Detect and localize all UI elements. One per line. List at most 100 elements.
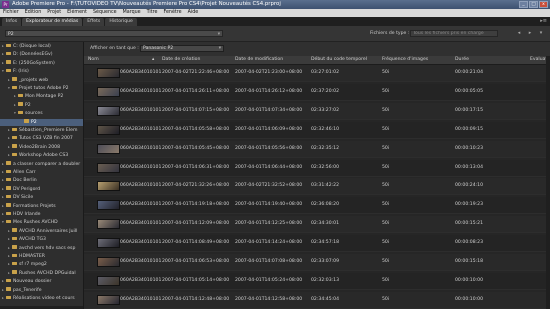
tree-item-label: P2 <box>25 102 31 108</box>
tree-item[interactable]: ▸ Video2Brain 2008 <box>0 144 83 151</box>
table-row[interactable]: 060A2B34010101 2007-04-01T14:05:14+08:00 2… <box>84 272 550 290</box>
folder-icon <box>12 270 17 274</box>
clip-thumbnail[interactable] <box>97 124 120 135</box>
maximize-button[interactable]: □ <box>529 1 538 8</box>
column-date-creation[interactable]: Date de création <box>162 56 200 64</box>
tree-item[interactable]: ▾ Projet tutos Adobe P2 <box>0 85 83 92</box>
menu-marque[interactable]: Marque <box>120 9 144 17</box>
menu-element[interactable]: Elément <box>64 9 90 17</box>
tree-item[interactable]: ▸ Réalisations video et cours <box>0 295 83 302</box>
folder-icon <box>12 253 17 257</box>
folder-tree: ▸ C: (Disque local) ▸ D: (DonnéesEGv) ▸ E: (2… <box>0 42 84 309</box>
tab-infos[interactable]: Infos <box>2 18 22 26</box>
tree-item[interactable]: ▸ AVCHD Anniversaires Juill <box>0 228 83 235</box>
table-row[interactable]: 060A2B34010101 2007-04-01T14:12:48+08:00 2… <box>84 291 550 309</box>
clip-thumbnail[interactable] <box>97 275 120 286</box>
clip-thumbnail[interactable] <box>97 105 120 116</box>
vertical-scrollbar[interactable] <box>546 56 550 309</box>
tree-item[interactable]: ▸ avchd vers hdv sacs esp <box>0 245 83 252</box>
table-row[interactable]: 060A2B34010101 2007-04-01T14:08:49+08:00 2… <box>84 235 550 253</box>
tree-item[interactable]: ▾ Mes Rushes AVCHD <box>0 219 83 226</box>
back-arrow-icon[interactable]: ◂ <box>515 30 523 37</box>
tree-item[interactable]: ▸ Mon Montage P2 <box>0 93 83 100</box>
clip-name: 060A2B34010101 <box>120 88 162 94</box>
table-row[interactable]: 060A2B34010101 2007-04-02T21:22:46+08:00 2… <box>84 65 550 82</box>
table-row[interactable]: 060A2B34010101 2007-04-01T14:26:11+08:00 2… <box>84 83 550 101</box>
tab-effets[interactable]: Effets <box>83 18 105 26</box>
column-date-modification[interactable]: Date de modification <box>235 56 283 64</box>
clip-thumbnail[interactable] <box>97 181 120 192</box>
folder-icon <box>6 211 11 215</box>
clip-thumbnail[interactable] <box>97 294 120 305</box>
tree-item[interactable]: ▸ Workshop Adobe CS3 <box>0 152 83 159</box>
clip-thumbnail[interactable] <box>97 162 120 173</box>
menu-projet[interactable]: Projet <box>44 9 64 17</box>
clip-frame-rate: 50i <box>382 277 390 283</box>
clip-thumbnail[interactable] <box>97 200 120 211</box>
clip-thumbnail[interactable] <box>97 68 120 78</box>
column-duree[interactable]: Durée <box>455 56 469 64</box>
tree-item[interactable]: ▸ DV Perigord <box>0 186 83 193</box>
table-row[interactable]: 060A2B34010101 2007-04-02T21:32:26+08:00 2… <box>84 178 550 196</box>
table-row[interactable]: 060A2B34010101 2007-04-01T14:07:15+08:00 2… <box>84 102 550 120</box>
tree-item-label: sources <box>25 111 43 117</box>
path-dropdown[interactable]: P2 ▾ <box>5 30 223 37</box>
tree-item[interactable]: ▸ Tutos CS3 VZB fin 2007 <box>0 135 83 142</box>
tree-item[interactable]: ▸ D: (DonnéesEGv) <box>0 51 83 58</box>
menu-fenetre[interactable]: Fenêtre <box>160 9 184 17</box>
clip-modified: 2007-04-01T14:06:44+08:00 <box>235 164 303 170</box>
tree-item[interactable]: ▸ HDMASTER <box>0 253 83 260</box>
table-row[interactable]: 060A2B34010101 2007-04-01T14:06:53+08:00 2… <box>84 254 550 271</box>
tree-item[interactable]: ▸ sf r7 mpeg2 <box>0 261 83 268</box>
clip-modified: 2007-04-02T21:32:52+08:00 <box>235 183 303 189</box>
menu-fichier[interactable]: Fichier <box>0 9 22 17</box>
clip-modified: 2007-04-01T14:19:40+08:00 <box>235 202 303 208</box>
table-row[interactable]: 060A2B34010101 2007-04-01T14:12:09+08:00 2… <box>84 216 550 234</box>
tree-item[interactable]: ▾ sources <box>0 110 83 117</box>
tree-item[interactable]: ▸ Sébastien_Premiere Elem <box>0 127 83 134</box>
tree-item[interactable]: ▸ Rushes AVCHD DPGuidal <box>0 270 83 277</box>
table-row[interactable]: 060A2B34010101 2007-04-01T14:06:31+08:00 2… <box>84 159 550 177</box>
close-button[interactable]: x <box>539 1 548 8</box>
tree-item[interactable]: ▸ P2 <box>0 102 83 109</box>
file-type-dropdown[interactable]: Tous les fichiers pris en charge <box>410 30 498 37</box>
menu-edition[interactable]: Edition <box>22 9 45 17</box>
tree-item[interactable]: ▸ HDV Irlande <box>0 211 83 218</box>
view-as-dropdown[interactable]: Panasonic P2 ▾ <box>140 45 224 52</box>
tree-item[interactable]: ▸ Nouveau dossier <box>0 278 83 285</box>
table-row[interactable]: 060A2B34010101 2007-04-01T14:19:18+08:00 2… <box>84 197 550 215</box>
tree-item[interactable]: ▸ Allen Carr <box>0 169 83 176</box>
table-row[interactable]: 060A2B34010101 2007-04-01T14:05:45+08:00 2… <box>84 140 550 158</box>
clip-thumbnail[interactable] <box>97 238 120 249</box>
clip-thumbnail[interactable] <box>97 86 120 97</box>
view-as-label: Afficher en tant que : <box>90 46 139 51</box>
tree-item[interactable]: ▸ AVCHD TG3 <box>0 236 83 243</box>
tree-item[interactable]: ▸ E: (250GoSystem) <box>0 60 83 67</box>
view-options-icon[interactable]: ▾ <box>537 30 545 37</box>
tree-item[interactable]: ▸ Formations Projets <box>0 203 83 210</box>
menu-sequence[interactable]: Séquence <box>90 9 120 17</box>
tree-item[interactable]: ▸ C: (Disque local) <box>0 43 83 50</box>
tree-item[interactable]: P2 <box>0 118 83 126</box>
column-nom[interactable]: Nom <box>88 56 99 64</box>
menu-aide[interactable]: Aide <box>185 9 202 17</box>
clip-thumbnail[interactable] <box>97 143 120 154</box>
tree-item[interactable]: ▸ _projets web <box>0 77 83 84</box>
clip-thumbnail[interactable] <box>97 219 120 230</box>
column-frequence-images[interactable]: Fréquence d'images <box>382 56 428 64</box>
tree-item[interactable]: ▸ a classer comparer a doubler <box>0 161 83 168</box>
menu-titre[interactable]: Titre <box>144 9 161 17</box>
panel-menu-icon[interactable]: ▸≡ <box>540 18 547 24</box>
tree-item[interactable]: ▸ DV Sicile <box>0 194 83 201</box>
table-row[interactable]: 060A2B34010101 2007-04-01T14:05:58+08:00 2… <box>84 121 550 139</box>
tab-media-browser[interactable]: Explorateur de médias <box>22 18 83 26</box>
forward-arrow-icon[interactable]: ▸ <box>526 30 534 37</box>
tree-item[interactable]: ▸ pas_Tenerife <box>0 287 83 294</box>
tree-item[interactable]: ▸ Doc Berlin <box>0 177 83 184</box>
clip-duration: 00:00:17:15 <box>455 107 484 113</box>
minimize-button[interactable]: _ <box>519 1 528 8</box>
tab-historique[interactable]: Historique <box>105 18 137 26</box>
column-debut-code-temporel[interactable]: Début du code temporel <box>311 56 367 64</box>
clip-thumbnail[interactable] <box>97 257 120 267</box>
tree-item[interactable]: ▾ F: (Iris) <box>0 68 83 75</box>
